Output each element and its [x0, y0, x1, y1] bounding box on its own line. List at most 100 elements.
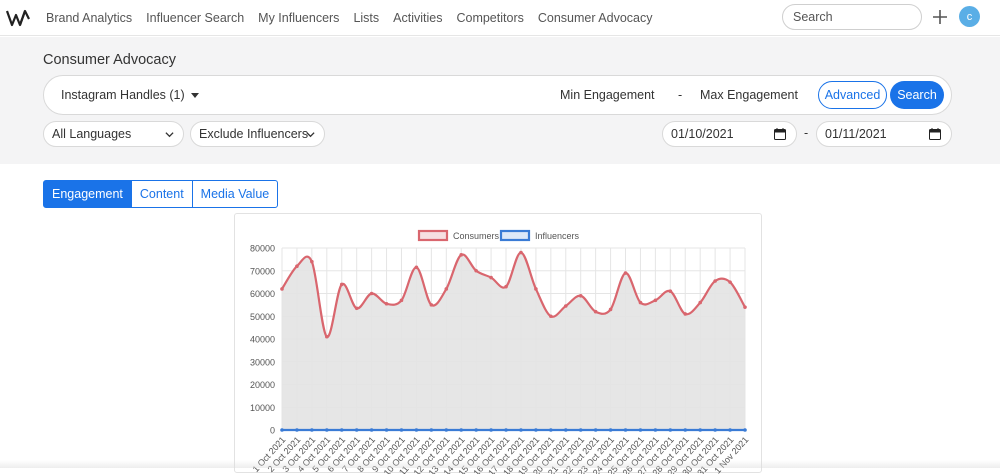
- legend-swatch: [499, 229, 531, 242]
- data-point: [339, 282, 344, 287]
- chart-canvas: 0 10000 20000 30000 40000 50000 60000 70000 8000…: [250, 229, 750, 474]
- engagement-range-dash: -: [678, 88, 683, 102]
- plus-icon[interactable]: [930, 7, 950, 27]
- handles-dropdown[interactable]: Instagram Handles (1): [61, 88, 199, 102]
- data-point: [713, 279, 717, 283]
- date-from-input[interactable]: 01/10/2021: [662, 121, 797, 147]
- data-point: [295, 428, 299, 432]
- date-to-value: 01/11/2021: [825, 127, 887, 141]
- data-point: [593, 309, 598, 314]
- nav-item-influencer-search[interactable]: Influencer Search: [146, 11, 244, 25]
- data-point: [310, 428, 314, 432]
- data-point: [593, 428, 598, 432]
- data-point: [325, 334, 329, 339]
- engagement-chart: 0 10000 20000 30000 40000 50000 60000 70000 8000…: [234, 213, 762, 474]
- data-point: [534, 287, 538, 291]
- max-engagement-input[interactable]: Max Engagement: [700, 88, 798, 102]
- y-tick-label: 0: [270, 426, 275, 436]
- data-point: [608, 307, 613, 312]
- data-point: [354, 306, 359, 311]
- y-tick-label: 50000: [250, 312, 275, 322]
- data-point: [414, 428, 419, 432]
- data-point: [399, 428, 404, 432]
- nav-item-lists[interactable]: Lists: [353, 11, 379, 25]
- date-from-value: 01/10/2021: [671, 127, 734, 141]
- min-engagement-input[interactable]: Min Engagement: [560, 88, 655, 102]
- data-point: [429, 428, 434, 432]
- advanced-button[interactable]: Advanced: [818, 81, 887, 109]
- metric-tabs: Engagement Content Media Value: [43, 180, 279, 208]
- data-point: [489, 428, 493, 432]
- calendar-icon[interactable]: [929, 128, 941, 140]
- data-point: [459, 253, 464, 257]
- data-point: [683, 428, 688, 432]
- languages-select[interactable]: All Languages: [43, 121, 184, 147]
- data-point: [534, 428, 538, 432]
- nav-item-brand-analytics[interactable]: Brand Analytics: [46, 11, 132, 25]
- data-point: [578, 428, 583, 432]
- data-point: [369, 291, 374, 296]
- data-point: [728, 280, 732, 284]
- page-title: Consumer Advocacy: [43, 52, 176, 68]
- data-point: [384, 301, 389, 306]
- filter-bar: Instagram Handles (1) Min Engagement - M…: [43, 75, 952, 115]
- chevron-down-icon: [165, 132, 174, 138]
- data-point: [519, 428, 523, 432]
- chevron-down-icon: [306, 132, 315, 138]
- nav-item-competitors[interactable]: Competitors: [456, 11, 523, 25]
- data-point: [638, 300, 643, 305]
- data-point: [504, 284, 508, 289]
- nav-item-activities[interactable]: Activities: [393, 11, 442, 25]
- data-point: [623, 428, 628, 432]
- data-point: [698, 428, 702, 432]
- calendar-icon[interactable]: [774, 128, 786, 140]
- data-point: [504, 428, 508, 432]
- data-point: [563, 428, 568, 432]
- data-point: [563, 304, 568, 308]
- data-point: [489, 275, 493, 280]
- data-point: [399, 298, 404, 303]
- avatar[interactable]: c: [959, 6, 980, 27]
- data-point: [698, 300, 702, 305]
- y-tick-label: 20000: [250, 380, 275, 390]
- caret-down-icon: [190, 93, 199, 99]
- y-tick-label: 70000: [250, 266, 275, 276]
- data-point: [280, 287, 284, 291]
- exclude-value: Exclude Influencers: [199, 127, 309, 141]
- tab-engagement[interactable]: Engagement: [43, 180, 132, 208]
- handles-label: Instagram Handles (1): [61, 88, 185, 102]
- languages-value: All Languages: [52, 127, 132, 141]
- exclude-influencers-select[interactable]: Exclude Influencers: [190, 121, 325, 147]
- data-point: [668, 428, 673, 432]
- data-point: [414, 265, 419, 270]
- legend-label: Influencers: [535, 231, 580, 241]
- data-point: [653, 428, 658, 432]
- data-point: [608, 428, 613, 432]
- data-point: [549, 428, 553, 432]
- tab-content[interactable]: Content: [130, 180, 193, 208]
- data-point: [474, 268, 478, 273]
- data-point: [339, 428, 344, 432]
- nav-item-my-influencers[interactable]: My Influencers: [258, 11, 339, 25]
- data-point: [474, 428, 478, 432]
- nav-item-consumer-advocacy[interactable]: Consumer Advocacy: [538, 11, 653, 25]
- search-button[interactable]: Search: [890, 81, 944, 109]
- series-area: [282, 252, 745, 430]
- tab-media-value[interactable]: Media Value: [191, 180, 279, 208]
- nav-search-input[interactable]: [782, 4, 922, 30]
- data-point: [280, 428, 284, 432]
- y-tick-label: 60000: [250, 289, 275, 299]
- brand-w-logo[interactable]: [6, 8, 30, 28]
- data-point: [743, 428, 747, 432]
- data-point: [743, 305, 747, 309]
- legend-swatch: [417, 229, 449, 242]
- data-point: [653, 298, 658, 303]
- date-range-dash: -: [804, 126, 809, 140]
- date-to-input[interactable]: 01/11/2021: [816, 121, 952, 147]
- data-point: [638, 428, 643, 432]
- data-point: [369, 428, 374, 432]
- legend-label: Consumers: [453, 231, 500, 241]
- data-point: [683, 312, 688, 316]
- data-point: [713, 428, 717, 432]
- nav-menu: Brand Analytics Influencer Search My Inf…: [46, 0, 667, 36]
